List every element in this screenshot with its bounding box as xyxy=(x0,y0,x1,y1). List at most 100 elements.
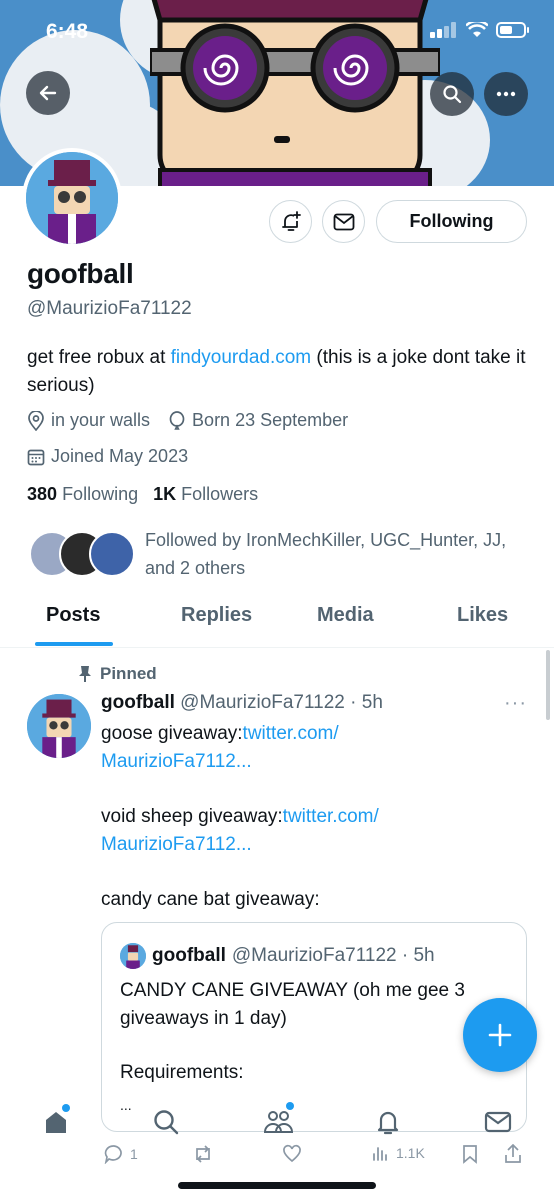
balloon-icon xyxy=(169,410,185,430)
bio-link[interactable]: findyourdad.com xyxy=(171,347,311,368)
follower-avatar xyxy=(89,531,135,577)
tab-posts[interactable]: Posts xyxy=(46,604,100,627)
bio: get free robux at findyourdad.com (this … xyxy=(27,344,527,400)
post-link-2-cont[interactable]: MaurizioFa7112... xyxy=(101,834,252,855)
post-more-button[interactable]: ··· xyxy=(504,692,527,715)
reply-action[interactable]: 1 xyxy=(104,1144,138,1164)
communities-notification-dot xyxy=(286,1102,294,1110)
nav-messages[interactable] xyxy=(478,1102,518,1142)
profile-avatar[interactable] xyxy=(22,148,122,248)
birthday-text: Born 23 September xyxy=(192,410,349,430)
tab-replies[interactable]: Replies xyxy=(181,604,252,627)
post-link-1-cont[interactable]: MaurizioFa7112... xyxy=(101,751,252,772)
more-icon xyxy=(496,91,516,97)
following-label: Following xyxy=(62,484,139,504)
post-author-name[interactable]: goofball xyxy=(101,692,175,713)
nav-notifications[interactable] xyxy=(368,1102,408,1142)
heart-icon xyxy=(283,1144,301,1163)
follow-counts: 380 Following 1K Followers xyxy=(27,484,258,505)
post-line-3: candy cane bat giveaway: xyxy=(101,889,320,910)
envelope-icon xyxy=(333,213,354,230)
scrollbar[interactable] xyxy=(546,650,550,720)
bottom-navigation xyxy=(0,1098,554,1146)
views-icon xyxy=(373,1147,387,1161)
tab-media[interactable]: Media xyxy=(317,604,374,627)
handle: @MaurizioFa71122 xyxy=(27,298,192,319)
message-button[interactable] xyxy=(322,200,365,243)
home-notification-dot xyxy=(62,1104,70,1112)
following-button[interactable]: Following xyxy=(376,200,527,243)
quote-author-handle: @MaurizioFa71122 xyxy=(231,945,397,966)
avatar-character-image xyxy=(26,152,118,244)
envelope-icon xyxy=(484,1111,512,1133)
followed-by-text[interactable]: Followed by IronMechKiller, UGC_Hunter, … xyxy=(145,526,535,582)
back-button[interactable] xyxy=(26,71,70,115)
post-author-handle[interactable]: @MaurizioFa71122 xyxy=(180,692,345,713)
wifi-icon xyxy=(466,22,488,37)
followers-count-link[interactable]: 1K Followers xyxy=(153,484,258,504)
repost-action[interactable] xyxy=(192,1144,214,1164)
views-action[interactable]: 1.1K xyxy=(372,1144,425,1162)
meta-location-birthday: in your walls Born 23 September xyxy=(27,410,348,431)
pin-icon xyxy=(79,666,91,682)
followed-by-avatars[interactable] xyxy=(29,531,135,579)
communities-icon xyxy=(263,1111,294,1133)
bookmark-icon xyxy=(463,1145,477,1164)
bio-text: get free robux at xyxy=(27,347,171,368)
post-line-2: void sheep giveaway:twitter.com/ Maurizi… xyxy=(101,803,521,859)
joined-text: Joined May 2023 xyxy=(51,446,189,466)
post-line-2-text: void sheep giveaway: xyxy=(101,806,283,827)
pinned-label: Pinned xyxy=(78,664,157,684)
active-tab-indicator xyxy=(35,642,113,646)
quote-author-name: goofball xyxy=(152,945,226,966)
location-pin-icon xyxy=(28,410,44,431)
quote-author-avatar xyxy=(120,943,146,969)
post-avatar-image xyxy=(27,694,91,758)
nav-communities[interactable] xyxy=(258,1102,298,1142)
post-link-1[interactable]: twitter.com/ xyxy=(243,723,339,744)
plus-icon xyxy=(488,1023,512,1047)
post-line-1: goose giveaway:twitter.com/ MaurizioFa71… xyxy=(101,720,521,776)
post-link-2[interactable]: twitter.com/ xyxy=(283,806,379,827)
reply-count: 1 xyxy=(130,1146,138,1162)
nav-search[interactable] xyxy=(146,1102,186,1142)
like-action[interactable] xyxy=(282,1144,302,1164)
back-arrow-icon xyxy=(39,85,57,101)
status-bar: 6:48 xyxy=(0,0,554,64)
more-options-button[interactable] xyxy=(484,72,528,116)
notifications-button[interactable] xyxy=(269,200,312,243)
post-author-avatar[interactable] xyxy=(27,694,91,758)
post-line-1-text: goose giveaway: xyxy=(101,723,243,744)
views-count: 1.1K xyxy=(396,1145,425,1161)
tab-likes[interactable]: Likes xyxy=(457,604,508,627)
bell-plus-icon xyxy=(281,210,301,231)
battery-icon xyxy=(496,22,529,38)
share-icon xyxy=(505,1144,521,1163)
status-icons xyxy=(430,22,530,38)
nav-home[interactable] xyxy=(36,1102,76,1142)
quote-time: · 5h xyxy=(401,945,435,966)
pinned-text: Pinned xyxy=(100,664,157,683)
post-engagement-row: 1 1.1K xyxy=(0,1140,554,1170)
repost-icon xyxy=(196,1145,210,1163)
search-button[interactable] xyxy=(430,72,474,116)
post-header: goofball @MaurizioFa71122 · 5h xyxy=(101,692,383,714)
status-time: 6:48 xyxy=(46,20,89,43)
signal-icon xyxy=(430,22,456,38)
location-text: in your walls xyxy=(51,410,151,430)
bookmark-action[interactable] xyxy=(462,1144,478,1164)
quote-header: goofball @MaurizioFa71122 · 5h xyxy=(120,943,435,969)
search-icon xyxy=(443,85,462,104)
bell-icon xyxy=(377,1111,399,1135)
followers-label: Followers xyxy=(181,484,259,504)
meta-joined: Joined May 2023 xyxy=(27,446,188,467)
compose-button[interactable] xyxy=(463,998,537,1072)
following-count-link[interactable]: 380 Following xyxy=(27,484,138,504)
profile-tabs: Posts Replies Media Likes xyxy=(0,592,554,648)
quote-text: CANDY CANE GIVEAWAY (oh me gee 3 giveawa… xyxy=(120,980,465,1029)
followers-count: 1K xyxy=(153,484,177,504)
home-indicator[interactable] xyxy=(178,1182,376,1189)
reply-icon xyxy=(104,1145,122,1164)
quote-requirements: Requirements: xyxy=(120,1062,244,1083)
share-action[interactable] xyxy=(504,1144,522,1164)
